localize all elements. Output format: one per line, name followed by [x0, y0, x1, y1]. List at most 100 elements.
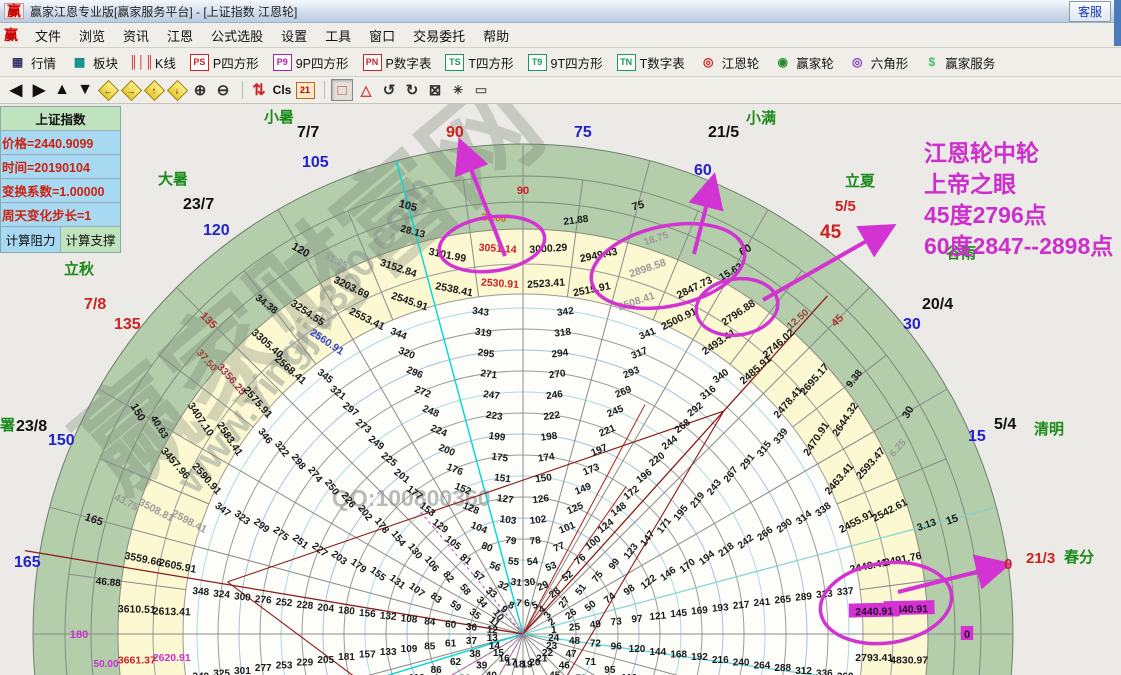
updown-icon[interactable]: ⇅: [249, 80, 269, 100]
menu-item-2[interactable]: 资讯: [114, 24, 158, 47]
svg-text:36: 36: [465, 622, 478, 634]
wheel-outer-label: 立夏: [845, 170, 875, 191]
menu-item-0[interactable]: 文件: [26, 24, 70, 47]
service-icon: $: [922, 54, 941, 71]
svg-text:336: 336: [816, 669, 833, 675]
svg-text:47: 47: [565, 649, 577, 660]
diamond-left-icon: ←: [97, 79, 118, 100]
wheel-outer-label: 清明: [1034, 418, 1064, 439]
wheel-outer-label: 30: [903, 316, 921, 334]
wheel-outer-label: 立秋: [64, 258, 94, 279]
toolbar-item-label: K线: [155, 53, 176, 72]
svg-text:24: 24: [548, 633, 560, 644]
wheel-outer-label: 120: [203, 222, 230, 240]
toolbar-item-label: 9P四方形: [296, 53, 349, 72]
calc-resistance-button[interactable]: 计算阻力: [1, 227, 61, 252]
svg-text:4830.97: 4830.97: [890, 654, 928, 666]
zoom-in-icon[interactable]: ⊕: [190, 80, 210, 100]
index-info-panel: 上证指数 价格=2440.9099时间=20190104变换系数=1.00000…: [0, 106, 121, 253]
svg-text:246: 246: [546, 389, 564, 402]
toolbar-item-9T四方形[interactable]: T99T四方形: [524, 51, 607, 74]
svg-text:150: 150: [535, 472, 553, 485]
toolbar-item-赢家服务[interactable]: $赢家服务: [918, 51, 999, 74]
diamond-up-icon[interactable]: ↑: [144, 80, 164, 100]
svg-text:270: 270: [548, 368, 566, 381]
svg-text:247: 247: [482, 389, 500, 402]
toolbar-item-9P四方形[interactable]: P99P四方形: [269, 51, 353, 74]
window-edge: [1114, 0, 1121, 46]
tn-badge: TN: [617, 54, 636, 71]
diamond-right-icon[interactable]: →: [121, 80, 141, 100]
toolbar-item-K线[interactable]: ║│║K线: [128, 51, 180, 74]
screen-icon[interactable]: ▭: [471, 80, 491, 100]
svg-text:241: 241: [753, 597, 771, 609]
svg-text:60: 60: [445, 619, 458, 631]
svg-text:103: 103: [499, 514, 517, 527]
toolbar-item-label: P数字表: [386, 53, 432, 72]
diamond-left-icon[interactable]: ←: [98, 80, 118, 100]
svg-text:48: 48: [569, 636, 581, 647]
svg-text:132: 132: [379, 611, 397, 623]
menu-item-1[interactable]: 浏览: [70, 24, 114, 47]
delete-box-icon[interactable]: ⊠: [425, 80, 445, 100]
support-button[interactable]: 客服: [1069, 1, 1111, 22]
gann-annotation: 江恩轮中轮上帝之眼45度2796点60度2847--2898点: [924, 138, 1113, 262]
toolbar-item-P数字表[interactable]: PNP数字表: [359, 51, 436, 74]
arrow-up-icon[interactable]: ▲: [52, 80, 72, 100]
panel-row-1: 时间=20190104: [1, 155, 120, 179]
toolbar-item-label: 赢家服务: [945, 53, 995, 72]
menu-item-4[interactable]: 公式选股: [202, 24, 272, 47]
svg-text:46.88: 46.88: [95, 576, 121, 589]
toolbar-separator: [324, 81, 325, 99]
menu-item-6[interactable]: 工具: [316, 24, 360, 47]
svg-text:90: 90: [517, 185, 529, 197]
app-logo-icon: 赢: [4, 3, 24, 19]
svg-text:109: 109: [401, 644, 418, 655]
calendar-icon[interactable]: 21: [295, 80, 315, 100]
arrow-down-icon[interactable]: ▼: [75, 80, 95, 100]
toolbar-item-label: T四方形: [468, 53, 513, 72]
toolbar-item-T数字表[interactable]: TNT数字表: [613, 51, 689, 74]
toolbar-item-P四方形[interactable]: PSP四方形: [186, 51, 263, 74]
zoom-out-icon[interactable]: ⊖: [213, 80, 233, 100]
annotation-line: 上帝之眼: [924, 169, 1113, 200]
svg-text:30: 30: [524, 577, 537, 589]
toolbar-item-六角形[interactable]: ◎六角形: [844, 51, 913, 74]
panel-row-2: 变换系数=1.00000: [1, 179, 120, 203]
wheel-outer-label: 135: [114, 316, 141, 334]
wheel-outer-label: 5/4: [994, 416, 1016, 434]
svg-text:2793.41: 2793.41: [855, 652, 893, 664]
toolbar-item-T四方形[interactable]: TST四方形: [441, 51, 517, 74]
menu-item-5[interactable]: 设置: [272, 24, 316, 47]
menu-item-3[interactable]: 江恩: [158, 24, 202, 47]
svg-text:295: 295: [477, 347, 495, 360]
svg-text:38: 38: [469, 649, 481, 660]
toolbar-item-江恩轮[interactable]: ◎江恩轮: [695, 51, 764, 74]
toolbar-separator: [242, 81, 243, 99]
menu-item-8[interactable]: 交易委托: [404, 24, 474, 47]
menu-item-9[interactable]: 帮助: [474, 24, 518, 47]
menu-item-7[interactable]: 窗口: [360, 24, 404, 47]
rotate-cw-icon[interactable]: ↻: [402, 80, 422, 100]
toolbar-item-赢家轮[interactable]: ◉赢家轮: [769, 51, 838, 74]
p9-badge: P9: [273, 54, 292, 71]
svg-text:199: 199: [488, 431, 506, 444]
toolbar-item-行情[interactable]: ▦行情: [4, 51, 60, 74]
crosshair-icon[interactable]: ✳: [448, 80, 468, 100]
hexagon-icon: ◎: [848, 54, 867, 71]
rect-tool-icon[interactable]: □: [331, 79, 353, 101]
toolbar-item-板块[interactable]: ▩板块: [66, 51, 122, 74]
svg-text:2440.91: 2440.91: [855, 606, 893, 619]
triangle-tool-icon[interactable]: △: [356, 80, 376, 100]
svg-text:276: 276: [254, 594, 272, 606]
svg-text:133: 133: [380, 647, 397, 658]
arrow-left-icon[interactable]: ◀: [6, 80, 26, 100]
svg-text:337: 337: [836, 586, 854, 598]
cls-button[interactable]: Cls: [272, 80, 292, 100]
arrow-right-icon[interactable]: ▶: [29, 80, 49, 100]
rotate-ccw-icon[interactable]: ↺: [379, 80, 399, 100]
value-ring-label: 46.88: [95, 576, 121, 589]
diamond-down-icon[interactable]: ↓: [167, 80, 187, 100]
calc-support-button[interactable]: 计算支撑: [61, 227, 120, 252]
svg-text:343: 343: [472, 306, 490, 319]
